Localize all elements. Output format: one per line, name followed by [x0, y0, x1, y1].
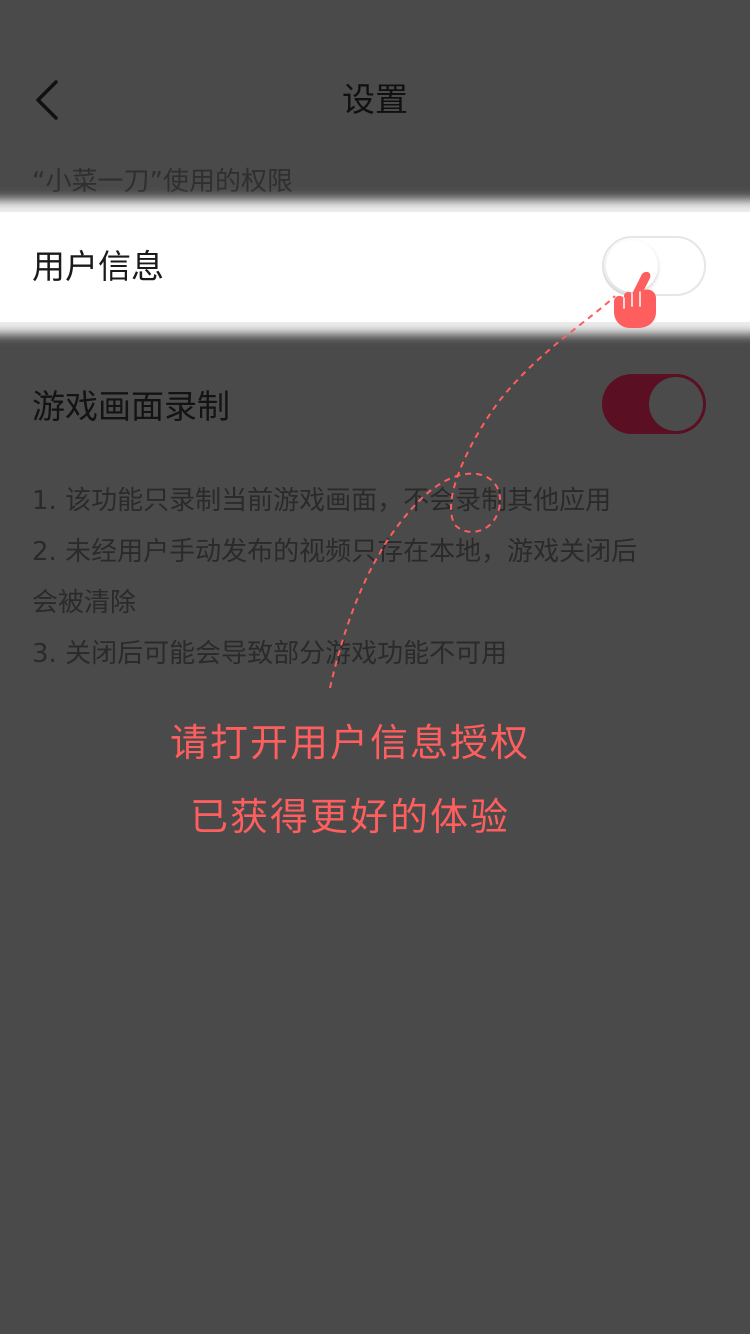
section-label: “小菜一刀”使用的权限 [32, 167, 293, 197]
toggle-knob [649, 377, 703, 431]
setting-label-user-info: 用户信息 [32, 247, 164, 286]
notes-list: 1. 该功能只录制当前游戏画面，不会录制其他应用 2. 未经用户手动发布的视频只… [32, 476, 722, 680]
game-recording-toggle[interactable] [602, 374, 706, 434]
guide-text-line1: 请打开用户信息授权 [169, 721, 530, 765]
settings-page: 设置 “小菜一刀”使用的权限 游戏画面录制 1. 该功能只录制当前游戏画面，不会… [0, 0, 750, 1334]
hand-pointer-icon [614, 271, 656, 328]
note-line: 会被清除 [32, 588, 137, 618]
guide-text-line2: 已获得更好的体验 [189, 795, 510, 839]
page-title: 设置 [342, 80, 408, 119]
note-line: 3. 关闭后可能会导致部分游戏功能不可用 [32, 639, 508, 669]
header: 设置 “小菜一刀”使用的权限 [0, 0, 750, 200]
note-line: 1. 该功能只录制当前游戏画面，不会录制其他应用 [32, 486, 612, 516]
setting-label-game-recording: 游戏画面录制 [32, 387, 230, 426]
setting-row-game-recording: 游戏画面录制 [0, 352, 750, 462]
note-line: 2. 未经用户手动发布的视频只存在本地，游戏关闭后 [32, 537, 638, 567]
